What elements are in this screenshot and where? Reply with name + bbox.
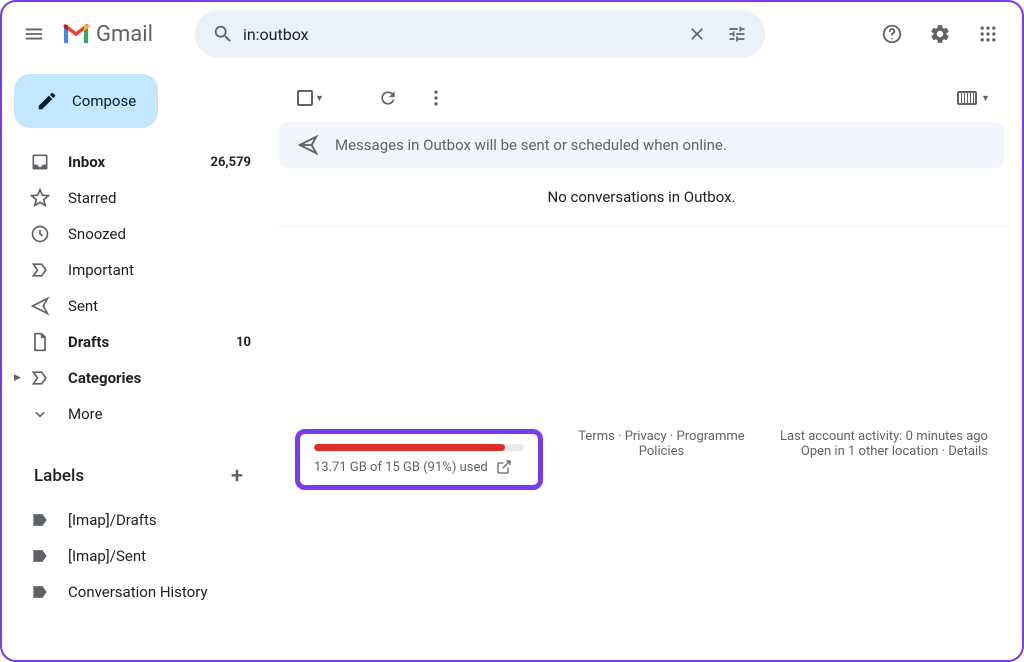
labels-heading: Labels — [34, 466, 84, 486]
sidebar-item-label: Inbox — [68, 153, 105, 171]
close-icon — [687, 24, 707, 44]
tune-icon — [727, 24, 747, 44]
main-menu-button[interactable] — [10, 10, 58, 58]
sidebar-item-inbox[interactable]: Inbox 26,579 — [12, 144, 269, 180]
gmail-logo[interactable]: Gmail — [62, 22, 177, 47]
sidebar-item-drafts[interactable]: Drafts 10 — [12, 324, 269, 360]
help-icon — [881, 23, 903, 45]
refresh-button[interactable] — [368, 78, 408, 118]
keyboard-icon — [957, 91, 977, 105]
sidebar-item-count: 10 — [236, 335, 251, 350]
send-icon — [30, 296, 50, 316]
caret-right-icon: ▶ — [14, 373, 21, 383]
important-icon — [30, 260, 50, 280]
sidebar: Compose Inbox 26,579 Starred Snoozed Importa… — [2, 66, 277, 660]
storage-bar-fill — [314, 444, 505, 451]
settings-button[interactable] — [920, 14, 960, 54]
pencil-icon — [36, 90, 58, 112]
refresh-icon — [378, 88, 398, 108]
apps-button[interactable] — [968, 14, 1008, 54]
select-all-checkbox[interactable]: ▼ — [293, 86, 328, 110]
add-label-button[interactable]: + — [221, 460, 253, 492]
search-input[interactable] — [243, 25, 677, 44]
support-button[interactable] — [872, 14, 912, 54]
label-item-text: [Imap]/Drafts — [68, 511, 157, 529]
search-options-button[interactable] — [717, 14, 757, 54]
sidebar-item-label: Categories — [68, 369, 141, 387]
open-external-icon[interactable] — [496, 459, 512, 475]
sidebar-item-label: More — [68, 405, 103, 423]
sidebar-item-important[interactable]: Important — [12, 252, 269, 288]
open-locations-text: Open in 1 other location — [801, 444, 938, 459]
footer-links: Terms · Privacy · Programme Policies — [561, 429, 761, 490]
sidebar-item-categories[interactable]: ▶ Categories — [12, 360, 269, 396]
label-item[interactable]: [Imap]/Sent — [12, 538, 269, 574]
apps-grid-icon — [978, 24, 998, 44]
send-icon — [297, 134, 319, 156]
sidebar-item-more[interactable]: More — [12, 396, 269, 432]
gear-icon — [929, 23, 951, 45]
sidebar-item-sent[interactable]: Sent — [12, 288, 269, 324]
compose-button[interactable]: Compose — [14, 74, 158, 128]
sidebar-item-label: Important — [68, 261, 134, 279]
star-icon — [30, 188, 50, 208]
label-item[interactable]: [Imap]/Drafts — [12, 502, 269, 538]
compose-label: Compose — [72, 92, 136, 110]
logo-text: Gmail — [96, 22, 153, 47]
sidebar-item-label: Starred — [68, 189, 116, 207]
sidebar-item-label: Sent — [68, 297, 98, 315]
label-icon — [30, 582, 50, 602]
label-icon — [30, 546, 50, 566]
terms-link[interactable]: Terms — [578, 429, 615, 444]
file-icon — [30, 332, 50, 352]
sidebar-item-snoozed[interactable]: Snoozed — [12, 216, 269, 252]
sidebar-item-count: 26,579 — [211, 155, 252, 170]
inbox-icon — [30, 152, 50, 172]
storage-text: 13.71 GB of 15 GB (91%) used — [314, 460, 488, 475]
search-bar[interactable] — [195, 10, 765, 58]
checkbox-icon — [297, 90, 313, 106]
sidebar-item-label: Snoozed — [68, 225, 126, 243]
more-button[interactable] — [416, 78, 456, 118]
chevron-down-icon: ▼ — [981, 93, 990, 104]
category-icon — [30, 368, 50, 388]
activity-text: Last account activity: 0 minutes ago — [780, 429, 988, 444]
label-item-text: Conversation History — [68, 583, 208, 601]
label-item[interactable]: Conversation History — [12, 574, 269, 610]
clear-search-button[interactable] — [677, 14, 717, 54]
sidebar-item-label: Drafts — [68, 333, 109, 351]
empty-state-text: No conversations in Outbox. — [277, 168, 1006, 227]
privacy-link[interactable]: Privacy — [625, 429, 667, 444]
chevron-down-icon: ▼ — [315, 93, 324, 104]
search-icon — [212, 23, 234, 45]
gmail-logo-icon — [62, 23, 90, 45]
more-vert-icon — [426, 88, 446, 108]
storage-highlight-box: 13.71 GB of 15 GB (91%) used — [295, 429, 543, 490]
hamburger-icon — [23, 23, 45, 45]
clock-icon — [30, 224, 50, 244]
label-icon — [30, 510, 50, 530]
outbox-banner: Messages in Outbox will be sent or sched… — [279, 122, 1004, 168]
label-item-text: [Imap]/Sent — [68, 547, 146, 565]
input-tools-button[interactable]: ▼ — [957, 91, 990, 105]
search-button[interactable] — [203, 14, 243, 54]
chevron-down-icon — [30, 404, 50, 424]
storage-bar — [314, 444, 524, 451]
details-link[interactable]: Details — [948, 444, 988, 459]
sidebar-item-starred[interactable]: Starred — [12, 180, 269, 216]
banner-text: Messages in Outbox will be sent or sched… — [335, 136, 727, 154]
